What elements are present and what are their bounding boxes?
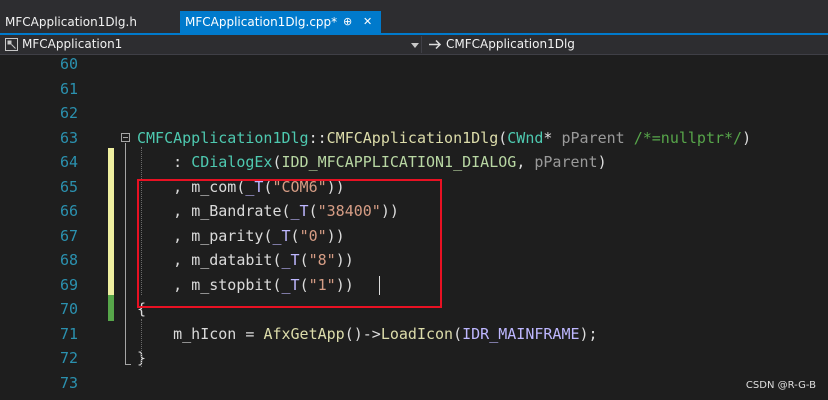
- line-number: 63: [59, 128, 78, 147]
- line-number: 67: [59, 226, 78, 245]
- code-token: AfxGetApp: [263, 324, 345, 343]
- code-token: *: [543, 128, 562, 147]
- code-token: ): [597, 153, 607, 171]
- line-number: 60: [59, 55, 78, 73]
- line-number: 64: [59, 153, 78, 171]
- code-token: CDialogEx: [191, 153, 273, 171]
- line-number: 68: [59, 251, 78, 269]
- change-marker-unsaved: [108, 148, 114, 295]
- line-number: 65: [59, 177, 78, 196]
- line-number: 69: [59, 275, 78, 294]
- close-icon[interactable]: ✕: [363, 11, 372, 33]
- code-token: /*=nullptr*/: [624, 128, 743, 147]
- code-line[interactable]: m_hIcon = AfxGetApp()->LoadIcon(IDR_MAIN…: [137, 322, 598, 347]
- highlight-box: [137, 179, 442, 308]
- code-token: m_hIcon: [173, 324, 237, 343]
- code-token: LoadIcon: [380, 324, 454, 343]
- code-token: CMFCApplication1Dlg: [137, 128, 309, 147]
- tab-label: MFCApplication1Dlg.h: [5, 15, 137, 29]
- collapse-icon[interactable]: [121, 133, 130, 142]
- code-token: CWnd: [507, 128, 544, 147]
- line-number: 61: [59, 79, 78, 98]
- line-number: 70: [59, 300, 78, 318]
- line-number: 62: [59, 104, 78, 122]
- scope-dropdown[interactable]: CMFCApplication1Dlg: [422, 35, 828, 54]
- line-number: 73: [59, 373, 78, 392]
- line-number: 66: [59, 202, 78, 220]
- tab-mfcapplication1dlg-h[interactable]: MFCApplication1Dlg.h: [0, 11, 172, 33]
- code-token: (: [272, 153, 282, 171]
- code-token: pParent: [534, 153, 598, 171]
- line-number: 71: [59, 324, 78, 343]
- code-token: ::: [308, 128, 327, 147]
- code-line[interactable]: : CDialogEx(IDD_MFCAPPLICATION1_DIALOG, …: [137, 150, 607, 175]
- code-token: (: [498, 128, 508, 147]
- code-token: ()->: [344, 324, 381, 343]
- arrow-right-icon: [429, 39, 442, 50]
- code-editor[interactable]: 60 61 62 63 64 65 66 67 68 69 70 71 72 73 CMFCApplica…: [0, 55, 828, 400]
- text-caret: [379, 276, 380, 295]
- code-token: pParent: [561, 128, 625, 147]
- code-token: ): [742, 128, 752, 147]
- line-number: 72: [59, 349, 78, 367]
- code-line[interactable]: CMFCApplication1Dlg::CMFCApplication1Dlg…: [137, 126, 751, 151]
- document-tab-bar: MFCApplication1Dlg.h MFCApplication1Dlg.…: [0, 0, 828, 33]
- chevron-down-icon: [411, 43, 419, 48]
- code-token: :: [137, 153, 192, 171]
- pin-icon[interactable]: ⊕: [343, 11, 352, 33]
- code-token: );: [579, 324, 598, 343]
- outline-line: [125, 143, 126, 365]
- scope-name: CMFCApplication1Dlg: [446, 37, 575, 51]
- code-token: =: [236, 324, 264, 343]
- navigation-bar: MFCApplication1 CMFCApplication1Dlg: [0, 35, 828, 55]
- code-token: ,: [516, 153, 535, 171]
- class-view-icon: [5, 38, 18, 51]
- code-token: CMFCApplication1Dlg: [326, 128, 499, 147]
- code-token: IDD_MFCAPPLICATION1_DIALOG: [281, 153, 517, 171]
- code-token: IDR_MAINFRAME: [462, 324, 580, 343]
- tab-mfcapplication1dlg-cpp[interactable]: MFCApplication1Dlg.cpp* ⊕ ✕: [180, 11, 381, 33]
- change-marker-saved: [108, 295, 114, 321]
- outline-end: [125, 364, 131, 365]
- watermark: CSDN @R-G-B: [745, 380, 816, 391]
- code-token: (: [453, 324, 463, 343]
- indent-guide: [141, 319, 142, 367]
- tab-label: MFCApplication1Dlg.cpp*: [185, 15, 338, 29]
